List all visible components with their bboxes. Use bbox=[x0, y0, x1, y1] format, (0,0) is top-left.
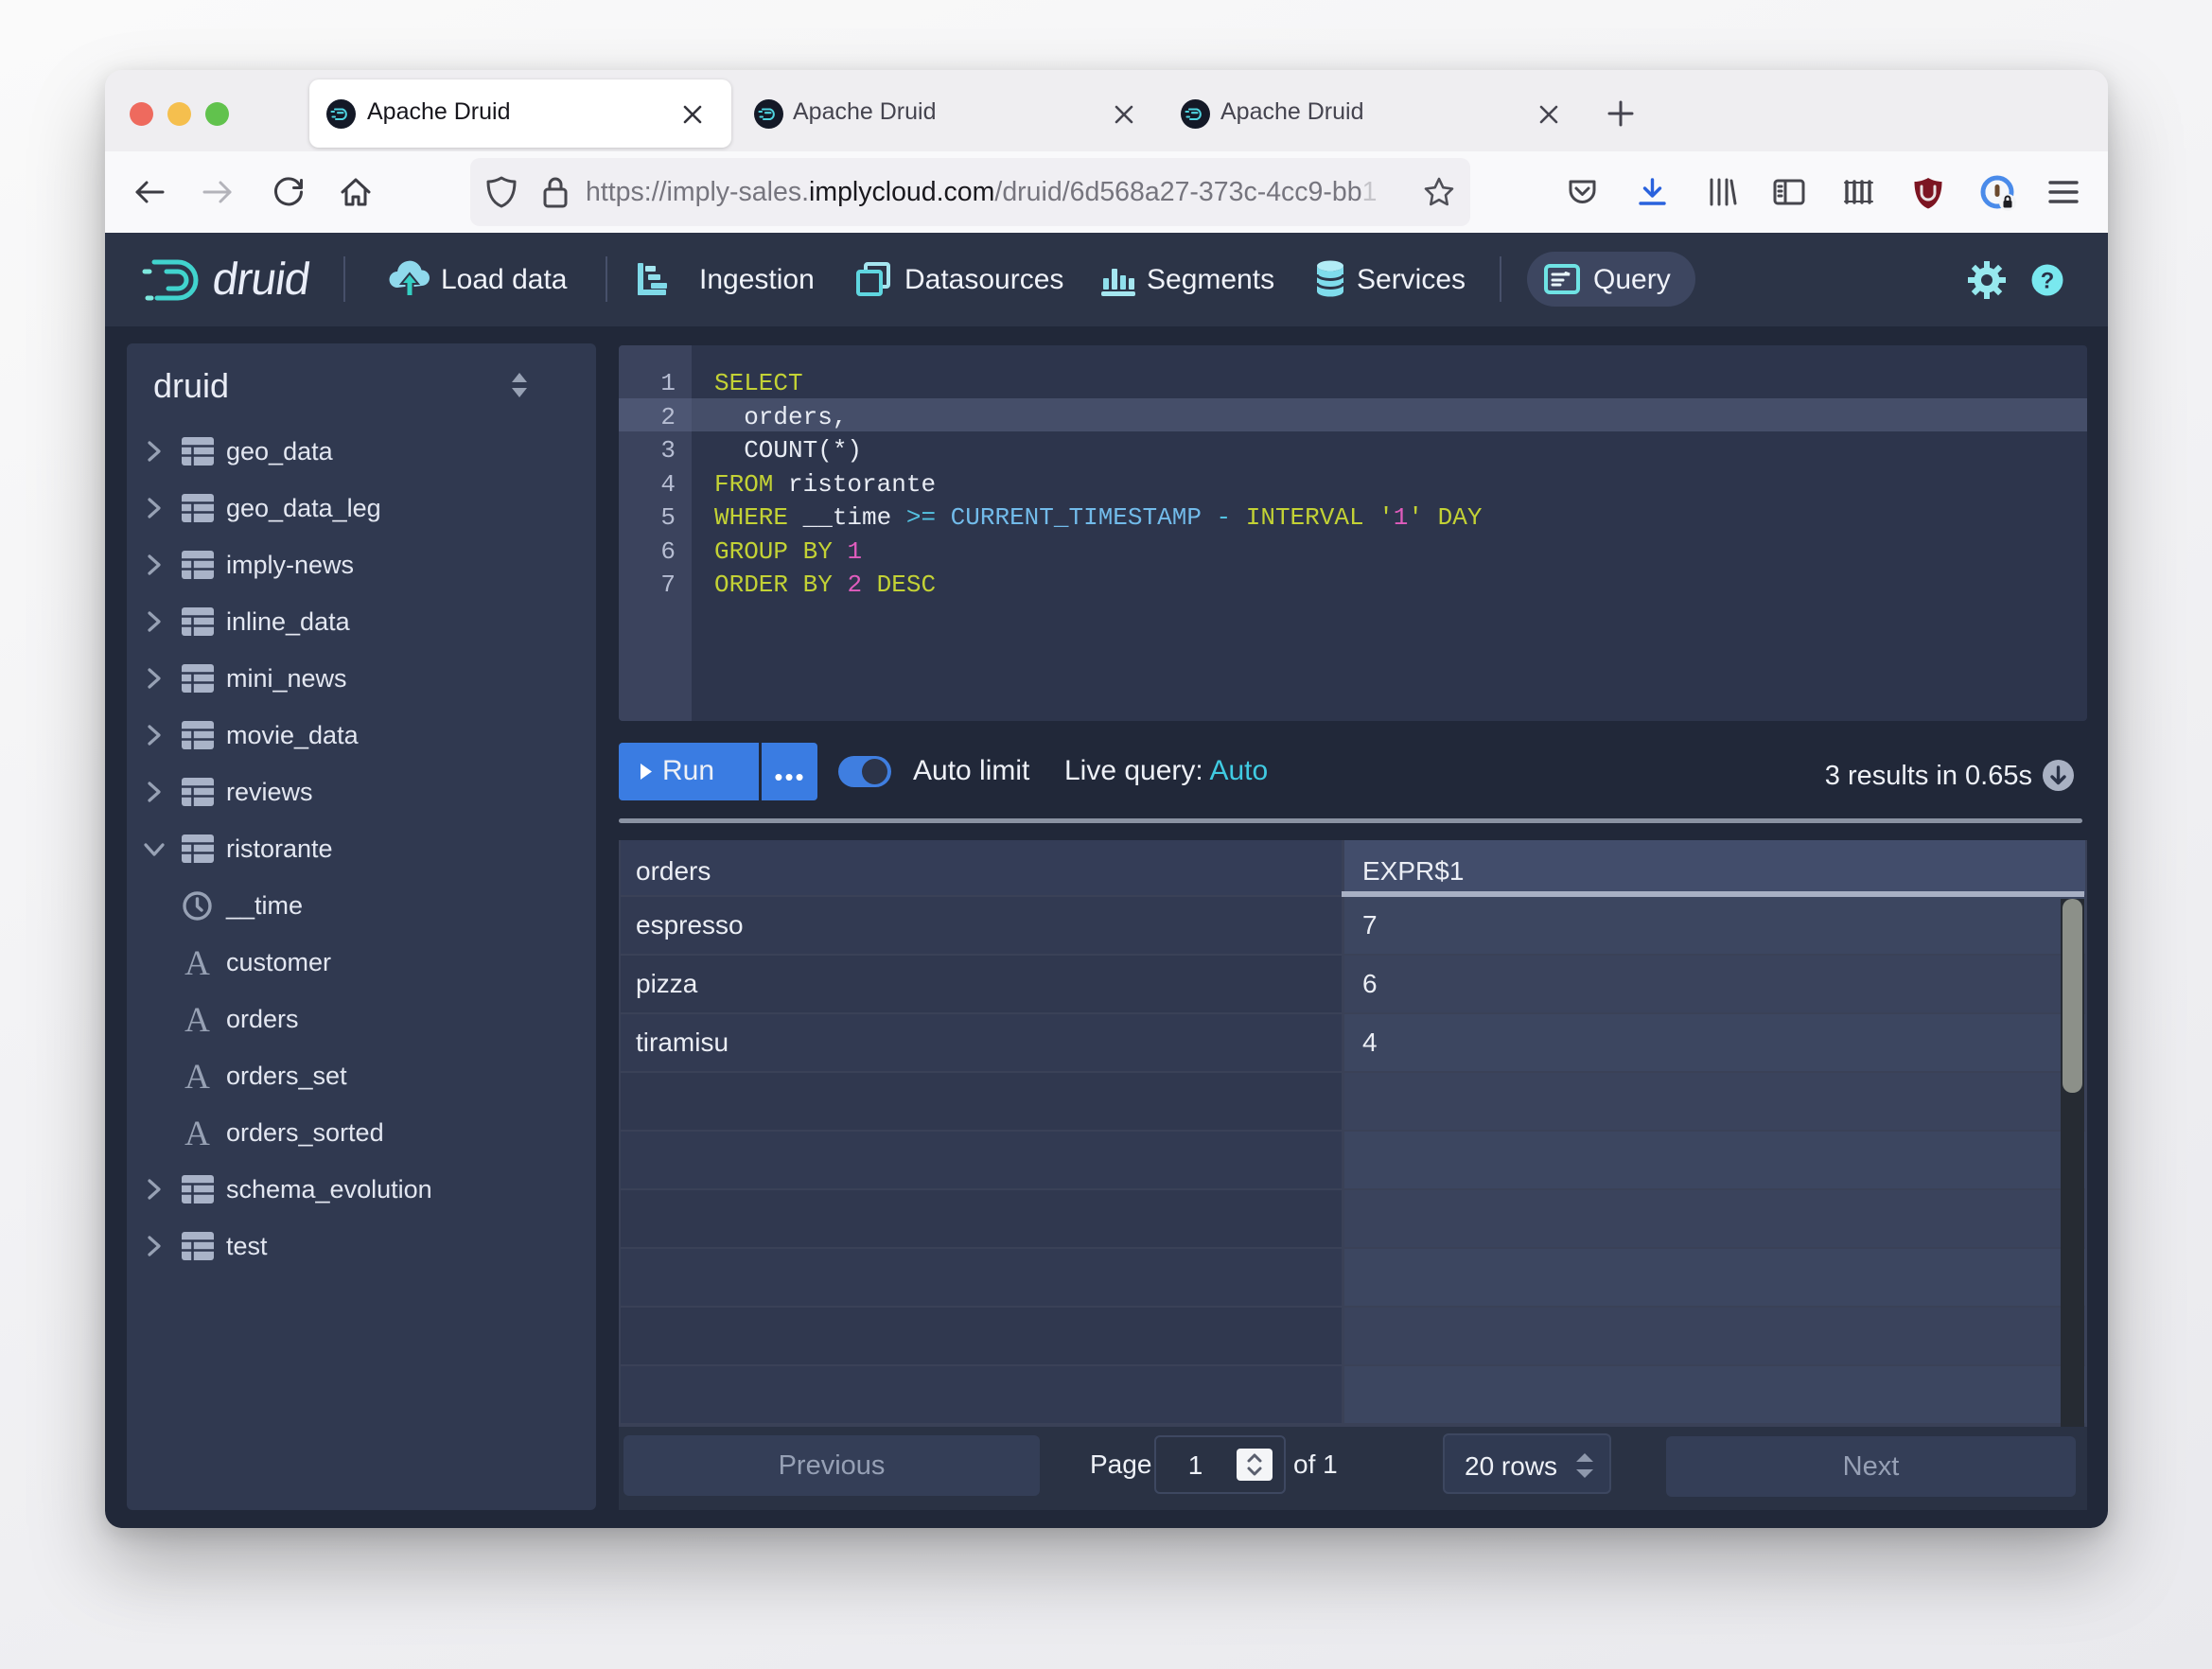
svg-text:?: ? bbox=[2041, 269, 2055, 294]
